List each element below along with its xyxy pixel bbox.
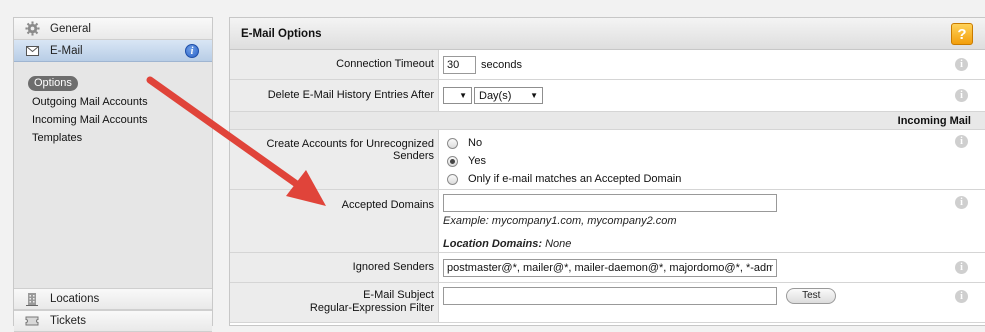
location-domains-line: Location Domains: None (443, 238, 985, 250)
subject-filter-label: E-Mail Subject Regular-Expression Filter (230, 283, 439, 322)
subnav-item-options[interactable]: Options (28, 74, 212, 92)
accepted-domains-example: Example: mycompany1.com, mycompany2.com (443, 215, 677, 227)
radio-button[interactable] (447, 173, 458, 185)
ignored-senders-label: Ignored Senders (230, 253, 439, 282)
seconds-unit: seconds (481, 58, 522, 71)
chevron-down-icon: ▼ (459, 91, 467, 100)
radio-option-no[interactable]: No (443, 134, 985, 152)
row-ignored-senders: Ignored Senders i (230, 253, 985, 283)
subnav-item-templates[interactable]: Templates (28, 129, 212, 147)
delete-history-value: ▼ Day(s) ▼ i (439, 80, 985, 111)
nav-item-tickets[interactable]: Tickets (14, 310, 212, 332)
gear-icon (24, 21, 40, 37)
email-options-panel: E-Mail Options ? Connection Timeout seco… (229, 17, 985, 326)
radio-button-selected[interactable] (447, 155, 458, 167)
radio-option-yes[interactable]: Yes (443, 152, 985, 170)
connection-timeout-label: Connection Timeout (230, 50, 439, 79)
panel-title: E-Mail Options (241, 27, 322, 40)
nav-item-email[interactable]: E-Mail i (14, 40, 212, 62)
history-unit-select[interactable]: Day(s) ▼ (474, 87, 543, 104)
ignored-senders-value: i (439, 253, 985, 282)
subnav-item-outgoing-mail-accounts[interactable]: Outgoing Mail Accounts (28, 93, 212, 111)
radio-button[interactable] (447, 137, 458, 149)
subject-filter-input[interactable] (443, 287, 777, 305)
info-icon[interactable]: i (185, 44, 199, 58)
info-icon[interactable]: i (955, 135, 968, 148)
email-subnav: Options Outgoing Mail Accounts Incoming … (14, 62, 212, 147)
nav-item-label: General (50, 22, 91, 35)
nav-item-label: Locations (50, 293, 100, 305)
radio-option-accepted-domain[interactable]: Only if e-mail matches an Accepted Domai… (443, 170, 985, 188)
chevron-down-icon: ▼ (530, 91, 538, 100)
row-create-accounts: Create Accounts for Unrecognized Senders… (230, 130, 985, 190)
info-icon[interactable]: i (955, 89, 968, 102)
row-subject-filter: E-Mail Subject Regular-Expression Filter… (230, 283, 985, 323)
accepted-domains-input[interactable] (443, 194, 777, 212)
info-icon[interactable]: i (955, 196, 968, 209)
test-button[interactable]: Test (786, 288, 837, 304)
nav-item-general[interactable]: General (14, 18, 212, 40)
help-button[interactable]: ? (951, 23, 973, 45)
nav-item-label: Tickets (50, 315, 86, 327)
create-accounts-label: Create Accounts for Unrecognized Senders (230, 130, 439, 189)
location-domains-value: None (545, 238, 572, 250)
history-number-select[interactable]: ▼ (443, 87, 472, 104)
location-domains-label: Location Domains: (443, 238, 543, 250)
delete-history-label: Delete E-Mail History Entries After (230, 80, 439, 111)
create-accounts-options: No Yes Only if e-mail matches an Accepte… (439, 130, 985, 189)
info-icon[interactable]: i (955, 290, 968, 303)
settings-sidebar: General E-Mail i Options Outgoing Mail A… (13, 17, 213, 332)
info-icon[interactable]: i (955, 58, 968, 71)
ticket-icon (24, 313, 40, 329)
ignored-senders-input[interactable] (443, 258, 777, 277)
row-connection-timeout: Connection Timeout seconds i (230, 50, 985, 80)
panel-header: E-Mail Options ? (230, 18, 985, 50)
row-delete-history: Delete E-Mail History Entries After ▼ Da… (230, 80, 985, 112)
row-accepted-domains: Accepted Domains Example: mycompany1.com… (230, 190, 985, 253)
subnav-item-incoming-mail-accounts[interactable]: Incoming Mail Accounts (28, 111, 212, 129)
subject-filter-value: Test i (439, 283, 985, 322)
nav-item-label: E-Mail (50, 44, 83, 57)
incoming-mail-section-header: Incoming Mail (230, 112, 985, 130)
info-icon[interactable]: i (955, 261, 968, 274)
building-icon (24, 291, 40, 307)
nav-item-locations[interactable]: Locations (14, 288, 212, 310)
connection-timeout-value: seconds i (439, 50, 985, 79)
connection-timeout-input[interactable] (443, 55, 476, 74)
sidebar-bottom-nav: Locations Tickets (14, 288, 212, 332)
envelope-icon (24, 43, 40, 59)
accepted-domains-label: Accepted Domains (230, 190, 439, 252)
accepted-domains-value: Example: mycompany1.com, mycompany2.com … (439, 190, 985, 252)
